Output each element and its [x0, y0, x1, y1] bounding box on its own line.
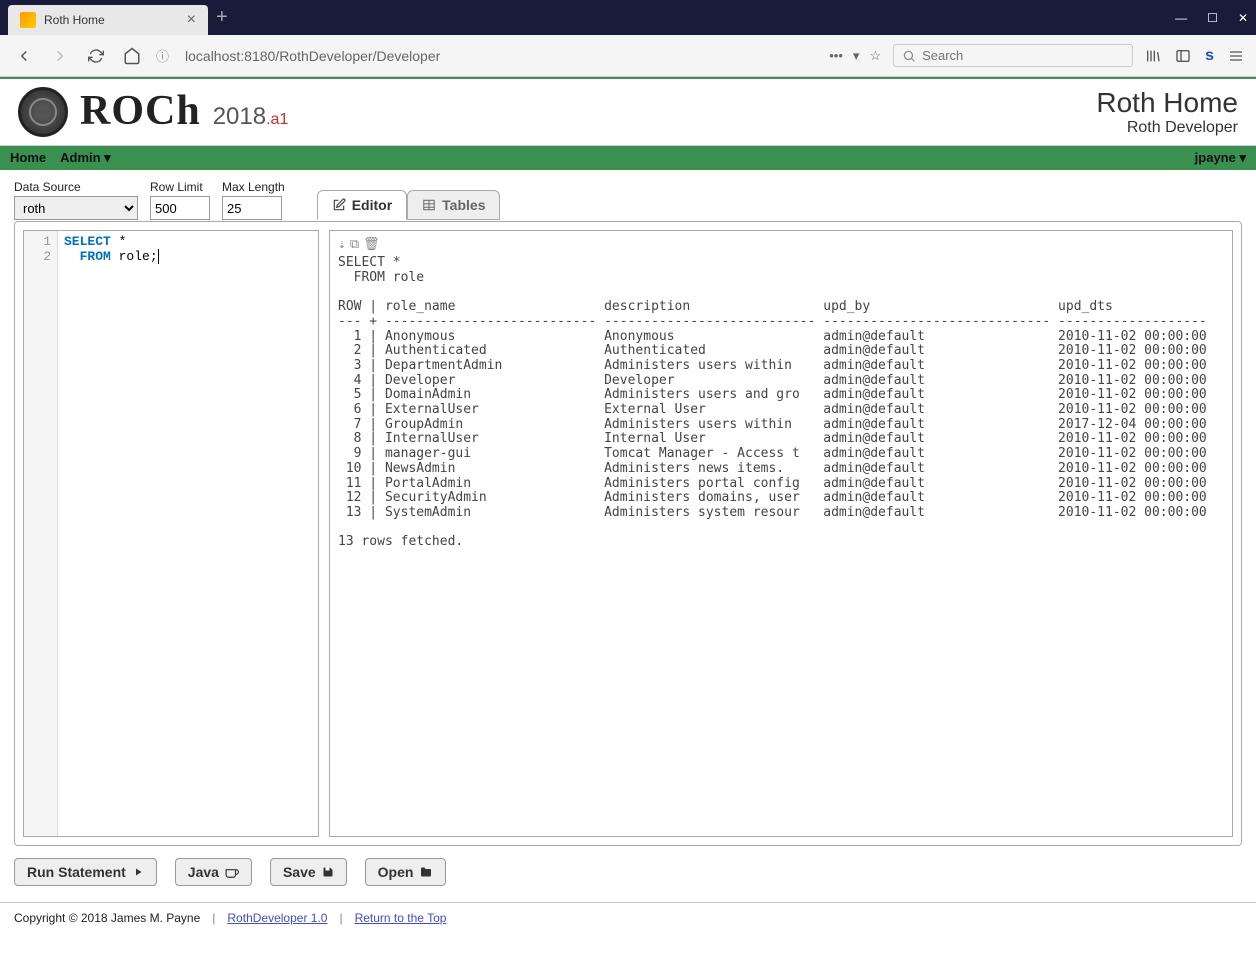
- menu-icon[interactable]: [1228, 48, 1244, 64]
- row-limit-input[interactable]: [150, 196, 210, 220]
- pocket-icon[interactable]: ▾: [853, 48, 860, 64]
- folder-open-icon: [419, 866, 433, 878]
- query-toolbar: Data Source roth Row Limit Max Length Ed…: [14, 180, 1242, 220]
- reload-button[interactable]: [84, 44, 108, 68]
- minimize-button[interactable]: —: [1175, 11, 1187, 25]
- table-icon: [422, 198, 436, 212]
- logo-suffix: .a1: [266, 111, 288, 128]
- search-icon: [902, 49, 916, 63]
- url-text[interactable]: localhost:8180/RothDeveloper/Developer: [177, 44, 821, 68]
- copyright: Copyright © 2018 James M. Payne: [14, 911, 200, 925]
- forward-button[interactable]: [48, 44, 72, 68]
- back-button[interactable]: [12, 44, 36, 68]
- bookmark-star-icon[interactable]: ☆: [869, 48, 881, 64]
- run-statement-button[interactable]: Run Statement: [14, 858, 157, 886]
- search-input[interactable]: [922, 48, 1124, 63]
- app-header: ROCh 2018.a1 Roth Home Roth Developer: [0, 77, 1256, 146]
- close-window-button[interactable]: ✕: [1238, 11, 1248, 25]
- sidebar-icon[interactable]: [1175, 48, 1191, 64]
- results-copy-icon[interactable]: ⧉: [350, 237, 359, 252]
- browser-tab[interactable]: Roth Home ×: [8, 5, 208, 35]
- edit-icon: [332, 198, 346, 212]
- menu-user[interactable]: jpayne ▾: [1195, 150, 1246, 166]
- results-delete-icon[interactable]: 🗑: [363, 237, 380, 252]
- logo-text: ROCh: [80, 87, 201, 135]
- search-bar[interactable]: [893, 44, 1133, 67]
- action-buttons: Run Statement Java Save Open: [14, 858, 1242, 886]
- menu-bar: Home Admin ▾ jpayne ▾: [0, 146, 1256, 170]
- footer: Copyright © 2018 James M. Payne | RothDe…: [0, 902, 1256, 933]
- editor-gutter: 12: [24, 231, 58, 836]
- browser-toolbar: ⓘ localhost:8180/RothDeveloper/Developer…: [0, 35, 1256, 77]
- tab-tables[interactable]: Tables: [407, 190, 500, 220]
- tab-title: Roth Home: [44, 13, 179, 27]
- max-length-label: Max Length: [222, 180, 285, 194]
- home-button[interactable]: [120, 44, 144, 68]
- tab-editor[interactable]: Editor: [317, 190, 407, 220]
- account-icon[interactable]: s: [1205, 47, 1214, 65]
- coffee-icon: [225, 865, 239, 879]
- menu-admin[interactable]: Admin ▾: [60, 150, 111, 166]
- page-title: Roth Home: [1096, 87, 1238, 119]
- menu-home[interactable]: Home: [10, 150, 46, 166]
- url-bar[interactable]: ⓘ localhost:8180/RothDeveloper/Developer…: [156, 44, 881, 68]
- save-icon: [322, 866, 334, 878]
- max-length-input[interactable]: [222, 196, 282, 220]
- data-source-label: Data Source: [14, 180, 138, 194]
- row-limit-label: Row Limit: [150, 180, 210, 194]
- open-button[interactable]: Open: [365, 858, 447, 886]
- tab-close-button[interactable]: ×: [187, 11, 196, 29]
- maximize-button[interactable]: ☐: [1207, 11, 1218, 25]
- browser-tab-bar: Roth Home × + — ☐ ✕: [0, 0, 1256, 35]
- play-icon: [132, 866, 144, 878]
- sql-editor[interactable]: 12 SELECT * FROM role;: [23, 230, 319, 837]
- favicon: [20, 12, 36, 28]
- content-area: 12 SELECT * FROM role; ⇣ ⧉ 🗑 SELECT * FR…: [14, 221, 1242, 846]
- library-icon[interactable]: [1145, 48, 1161, 64]
- results-download-icon[interactable]: ⇣: [338, 237, 346, 252]
- logo-year: 2018: [213, 103, 266, 130]
- footer-link-version[interactable]: RothDeveloper 1.0: [227, 911, 327, 925]
- page-subtitle: Roth Developer: [1096, 119, 1238, 137]
- more-icon[interactable]: •••: [829, 48, 843, 63]
- new-tab-button[interactable]: +: [216, 6, 228, 29]
- footer-link-top[interactable]: Return to the Top: [355, 911, 447, 925]
- data-source-select[interactable]: roth: [14, 196, 138, 220]
- window-controls: — ☐ ✕: [1175, 11, 1248, 25]
- results-panel: ⇣ ⧉ 🗑 SELECT * FROM role ROW | role_name…: [329, 230, 1233, 837]
- results-output: SELECT * FROM role ROW | role_name descr…: [338, 256, 1224, 550]
- info-icon[interactable]: ⓘ: [156, 46, 169, 65]
- java-button[interactable]: Java: [175, 858, 252, 886]
- save-button[interactable]: Save: [270, 858, 347, 886]
- logo-icon: [18, 87, 68, 137]
- editor-code[interactable]: SELECT * FROM role;: [58, 231, 318, 836]
